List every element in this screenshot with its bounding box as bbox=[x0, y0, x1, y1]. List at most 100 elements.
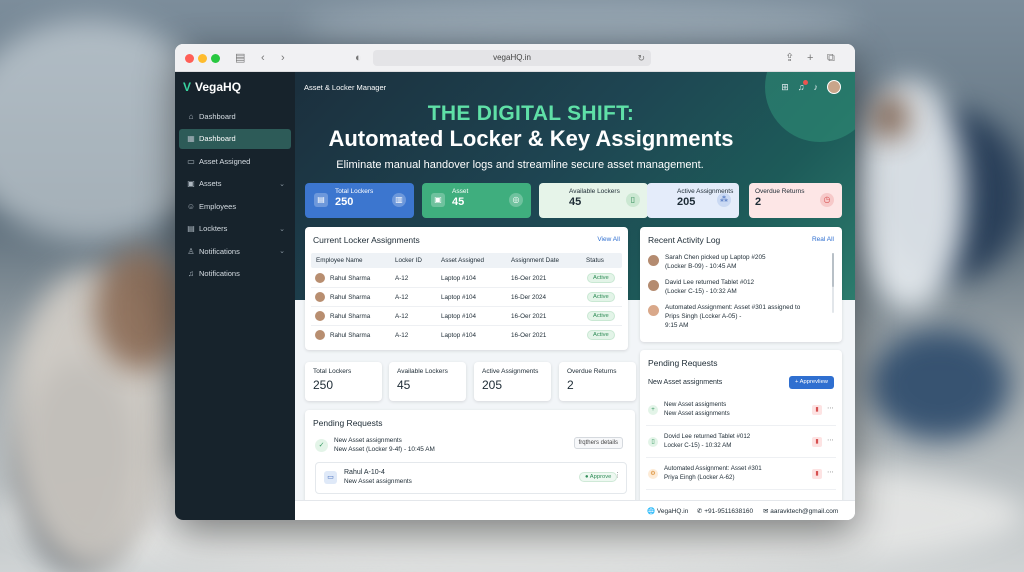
footer-email[interactable]: ✉ aaravktech@gmail.com bbox=[763, 507, 838, 515]
dashboard-icon: ▦ bbox=[187, 134, 195, 143]
approve-button[interactable]: ● Approve bbox=[579, 472, 618, 482]
reload-icon[interactable]: ↻ bbox=[637, 50, 645, 66]
tablet-icon: ▯ bbox=[648, 437, 658, 447]
request-item[interactable]: ▭ Rahul A-10-4 New Asset assignments ● A… bbox=[315, 462, 627, 494]
sidebar-item-dashboard-active[interactable]: ▦ Dashboard bbox=[179, 128, 291, 149]
approve-all-button[interactable]: + Apprevliew bbox=[788, 376, 834, 389]
sidebar-item-label: Dashboard bbox=[199, 134, 236, 143]
table-row[interactable]: Rahul Sharma A-12 Laptop #104 16-Oer 202… bbox=[311, 326, 622, 345]
delete-icon[interactable]: ▮ bbox=[812, 405, 822, 415]
refresh-icon: ◎ bbox=[509, 193, 523, 207]
table-header: Employee Name Locker ID Asset Assigned A… bbox=[311, 253, 622, 268]
pending-item[interactable]: ⚙ Automated Assignment: Asset #301 Priya… bbox=[646, 460, 836, 490]
column-header[interactable]: Asset Assigned bbox=[441, 257, 484, 264]
notification-bell-icon[interactable]: ♫ bbox=[798, 80, 808, 92]
user-bell-icon: ♙ bbox=[187, 246, 195, 256]
cell-date: 16-Oer 2021 bbox=[511, 275, 547, 282]
delete-icon[interactable]: ▮ bbox=[812, 437, 822, 447]
card-subtitle: New Asset assignments bbox=[648, 379, 723, 386]
tabs-overview-icon[interactable]: ⧉ bbox=[827, 51, 835, 65]
stat-card-overdue-returns[interactable]: Overdue Returns 2 ◷ bbox=[749, 183, 842, 218]
sidebar-item-label: Lockters bbox=[199, 224, 228, 233]
cell-locker: A-12 bbox=[395, 313, 409, 320]
request-meta: New Asset assignments bbox=[344, 478, 412, 485]
sidebar-item-label: Notifications bbox=[199, 269, 240, 278]
cell-employee: Rahul Sharma bbox=[330, 275, 371, 282]
url-text: vegaHQ.in bbox=[493, 53, 531, 62]
sidebar-item-notifications-group[interactable]: ♙ Notifications ⌄ bbox=[179, 241, 291, 261]
employee-avatar bbox=[315, 273, 325, 283]
table-row[interactable]: Rahul Sharma A-12 Laptop #104 16-Der 202… bbox=[311, 288, 622, 307]
minimize-window-button[interactable] bbox=[198, 54, 207, 63]
cell-asset: Laptop #104 bbox=[441, 332, 477, 339]
activity-scrollbar[interactable] bbox=[832, 253, 834, 313]
alert-bell-icon[interactable]: ♪ bbox=[814, 82, 819, 92]
mini-stat-value: 205 bbox=[482, 378, 503, 392]
automation-icon: ⚙ bbox=[648, 469, 658, 479]
sidebar-toggle-icon[interactable]: ▤ bbox=[235, 51, 245, 65]
mini-stat-label: Total Lockers bbox=[313, 368, 352, 375]
sidebar-item-notifications[interactable]: ♫ Notifications bbox=[179, 264, 291, 284]
back-icon[interactable]: ‹ bbox=[261, 51, 265, 65]
cell-asset: Laptop #104 bbox=[441, 313, 477, 320]
activity-meta: Prips Singh (Lccker A-05) - bbox=[665, 313, 742, 320]
address-bar[interactable]: vegaHQ.in ↻ bbox=[373, 50, 651, 66]
stat-card-total-lockers[interactable]: ▤ Total Lockers 250 ▥ bbox=[305, 183, 414, 218]
recent-activity-card: Recent Activity Log Real All Sarah Chen … bbox=[640, 227, 842, 342]
details-button[interactable]: frqthers details bbox=[573, 437, 623, 449]
more-options-icon[interactable]: ⋯ bbox=[827, 404, 834, 412]
share-icon[interactable]: ⇪ bbox=[785, 51, 794, 65]
close-window-button[interactable] bbox=[185, 54, 194, 63]
column-header[interactable]: Locker ID bbox=[395, 257, 422, 264]
table-row[interactable]: Rahul Sharma A-12 Laptop #104 16-Oer 202… bbox=[311, 307, 622, 326]
more-options-icon[interactable]: ⋯ bbox=[827, 468, 834, 476]
sidebar-item-lockers[interactable]: ▤ Lockters ⌄ bbox=[179, 219, 291, 239]
cell-employee: Rahul Sharma bbox=[330, 313, 371, 320]
browser-window: ▤ ‹ › ◐ vegaHQ.in ↻ ⇪ + ⧉ V VegaHQ ⌂ Das… bbox=[175, 44, 855, 520]
notification-badge bbox=[802, 80, 808, 85]
column-header[interactable]: Assignment Date bbox=[511, 257, 559, 264]
browser-toolbar: ▤ ‹ › ◐ vegaHQ.in ↻ ⇪ + ⧉ bbox=[175, 44, 855, 72]
hero-headline: Automated Locker & Key Assignments bbox=[328, 126, 734, 151]
sidebar-item-label: Asset Assigned bbox=[199, 156, 251, 166]
device-icon: ▭ bbox=[324, 471, 337, 484]
sidebar-item-assets[interactable]: ▣ Assets ⌄ bbox=[179, 174, 291, 194]
user-avatar[interactable] bbox=[827, 80, 841, 94]
view-all-link[interactable]: View All bbox=[597, 236, 620, 243]
read-all-link[interactable]: Real All bbox=[812, 236, 834, 243]
mini-stat-available-lockers: Available Lockers 45 bbox=[389, 362, 466, 401]
pending-item[interactable]: + New Asset assigments New Asset assignm… bbox=[646, 396, 836, 426]
delete-icon[interactable]: ▮ bbox=[812, 469, 822, 479]
chevron-down-icon: ⌄ bbox=[279, 248, 285, 255]
phone-text: +91-9511638160 bbox=[704, 508, 754, 515]
more-options-icon[interactable]: ⋯ bbox=[827, 436, 834, 444]
column-header[interactable]: Status bbox=[586, 257, 604, 264]
footer-website[interactable]: 🌐 VegaHQ.in bbox=[647, 507, 688, 515]
stat-card-available-lockers[interactable]: Available Lockers 45 ▯ bbox=[539, 183, 648, 218]
pending-item[interactable]: ▯ Dovid Lee returned Tablet #012 Locker … bbox=[646, 428, 836, 458]
maximize-window-button[interactable] bbox=[211, 54, 220, 63]
cell-asset: Laptop #104 bbox=[441, 275, 477, 282]
locker-assignments-card: Current Locker Assignments View All Empl… bbox=[305, 227, 628, 350]
grid-apps-icon[interactable]: ⊞ bbox=[781, 82, 789, 93]
new-tab-icon[interactable]: + bbox=[807, 51, 813, 65]
sidebar-item-employees[interactable]: ☺ Employees bbox=[179, 196, 291, 216]
shield-icon[interactable]: ◐ bbox=[355, 51, 362, 65]
sidebar-item-label: Dashboard bbox=[199, 111, 236, 121]
column-header[interactable]: Employee Name bbox=[316, 257, 363, 264]
mini-stat-value: 45 bbox=[397, 378, 411, 392]
stat-card-asset[interactable]: ▣ Asset 45 ◎ bbox=[422, 183, 531, 218]
pending-meta: Priya Eingh (Locker A-62) bbox=[664, 474, 735, 481]
home-icon: ⌂ bbox=[188, 111, 194, 121]
sidebar-item-dashboard[interactable]: ⌂ Dashboard bbox=[179, 106, 291, 126]
sidebar-item-label: Assets bbox=[199, 179, 222, 188]
stat-card-active-assignments[interactable]: Active Assignments 205 ⁂ bbox=[647, 183, 739, 218]
sidebar-item-asset-assigned[interactable]: ▭ Asset Assigned bbox=[179, 151, 291, 171]
brand-logo[interactable]: V VegaHQ bbox=[183, 78, 241, 96]
table-row[interactable]: Rahul Sharma A-12 Laptop #104 16-Oer 202… bbox=[311, 269, 622, 288]
more-options-icon[interactable]: ⋮ bbox=[614, 471, 621, 479]
footer-phone[interactable]: ✆ +91-9511638160 bbox=[697, 507, 753, 515]
asset-icon: ▣ bbox=[431, 193, 445, 207]
forward-icon[interactable]: › bbox=[281, 51, 285, 65]
activity-time: 9:15 AM bbox=[665, 322, 689, 329]
